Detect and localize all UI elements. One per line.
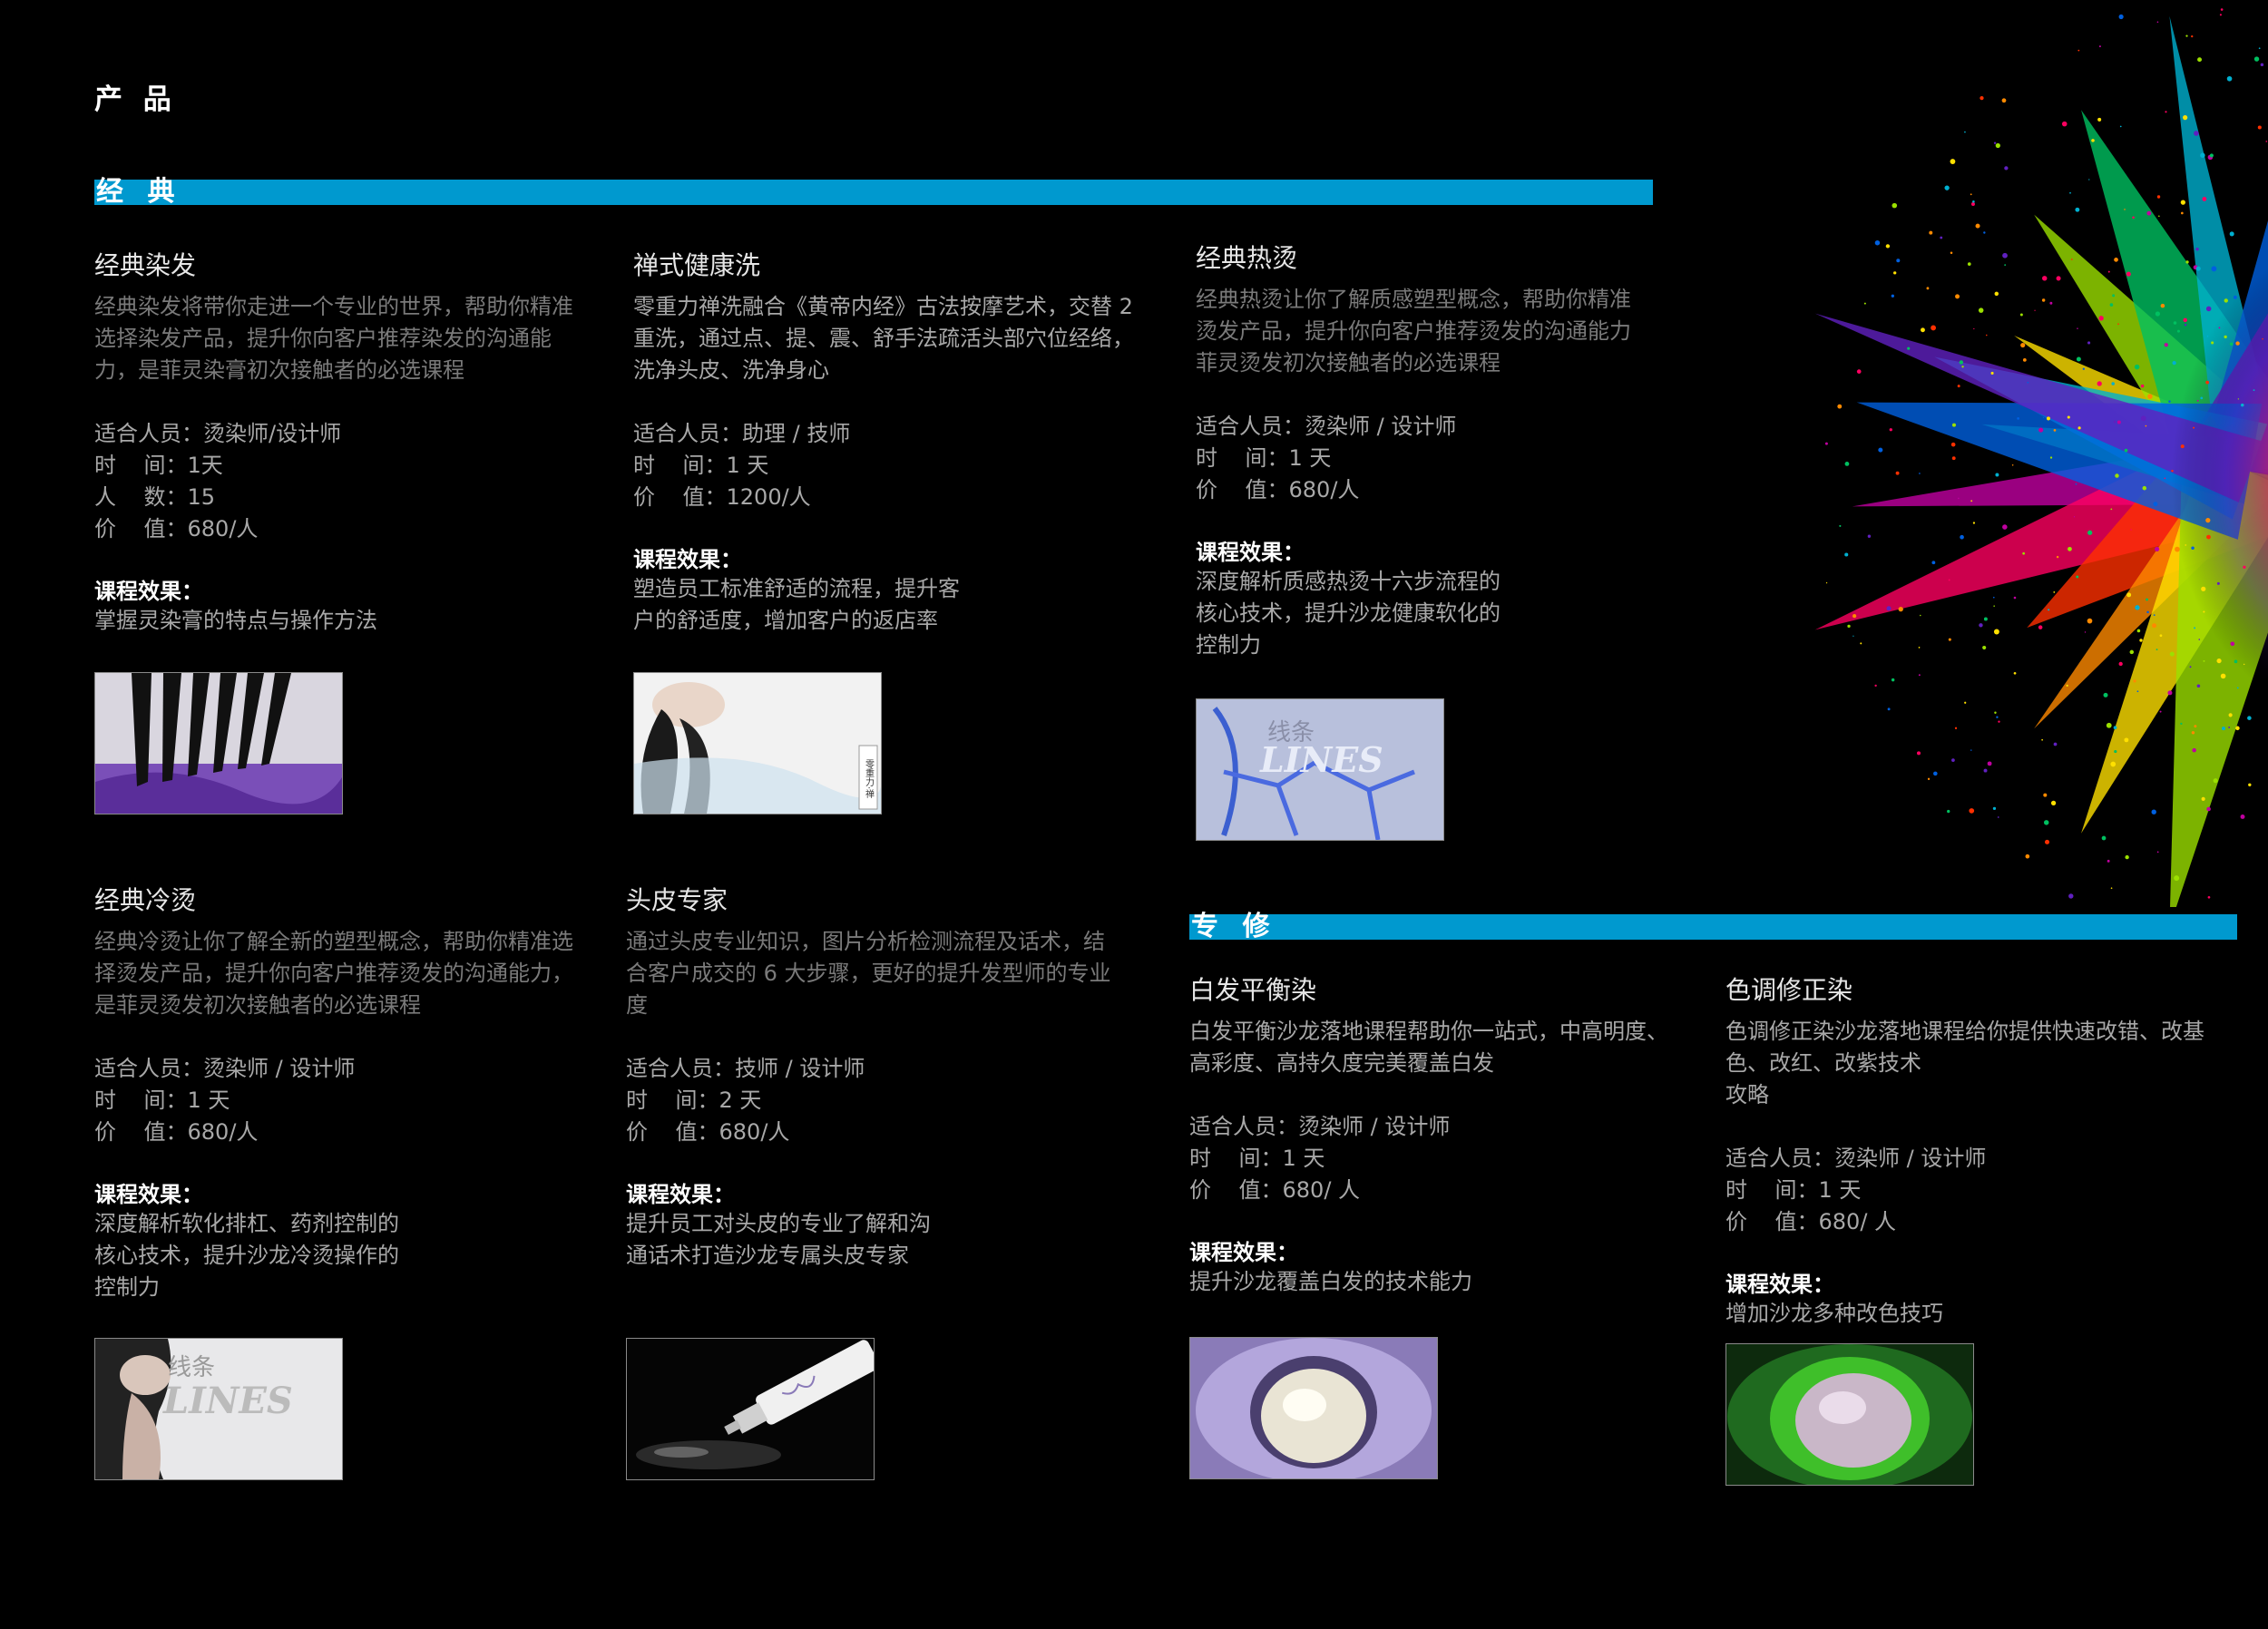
thumb-text-cn: 线条 [168,1354,215,1381]
course-classic-cold-perm: 经典冷烫 经典冷烫让你了解全新的塑型概念，帮助你精准选 择烫发产品，提升你向客户… [94,884,621,1303]
course-effect: 塑造员工标准舒适的流程，提升客 户的舒适度，增加客户的返店率 [633,576,960,633]
course-scalp-expert: 头皮专家 通过头皮专业知识，图片分析检测流程及话术，结 合客户成交的 6 大步骤… [626,884,1152,1272]
course-price: 价 值：680/人 [1196,477,1360,502]
course-price: 价 值：680/ 人 [1725,1209,1897,1234]
course-thumbnail-zen: 零重力·禅 [633,672,882,814]
course-effect-heading: 课程效果： [94,1182,203,1207]
zen-poster-text: 零重力·禅 [864,759,875,799]
course-tone-correction-dye: 色调修正染 色调修正染沙龙落地课程给你提供快速改错、改基 色、改红、改紫技术 攻… [1725,974,2243,1330]
course-description: 经典冷烫让你了解全新的塑型概念，帮助你精准选 择烫发产品，提升你向客户推荐烫发的… [94,929,573,1018]
course-thumbnail-cold-perm: 线条 LINES [94,1338,343,1480]
course-price: 价 值：680/人 [626,1119,790,1145]
course-info: 适合人员：烫染师 / 设计师 时 间：1 天 价 值：680/人 [1196,411,1658,506]
course-info: 适合人员：助理 / 技师 时 间：1 天 价 值：1200/人 [633,418,1159,513]
course-effect-heading: 课程效果： [1725,1272,1834,1297]
course-headcount: 人 数：15 [94,484,216,510]
course-title: 经典冷烫 [94,885,197,915]
course-audience: 适合人员：助理 / 技师 [633,421,851,446]
course-description: 色调修正染沙龙落地课程给你提供快速改错、改基 色、改红、改紫技术 攻略 [1725,1019,2204,1107]
course-price: 价 值：1200/人 [633,484,811,510]
thumb-text-en: LINES [1259,739,1383,780]
section-label-classic: 经 典 [96,176,182,208]
course-description: 零重力禅洗融合《黄帝内经》古法按摩艺术，交替 2 重洗，通过点、提、震、舒手法疏… [633,294,1134,383]
course-thumbnail-scalp [626,1338,875,1480]
course-classic-perm: 经典热烫 经典热烫让你了解质感塑型概念，帮助你精准 烫发产品，提升你向客户推荐烫… [1196,242,1658,661]
course-audience: 适合人员：烫染师 / 设计师 [94,1056,356,1081]
course-audience: 适合人员：烫染师/设计师 [94,421,342,446]
course-title: 白发平衡染 [1189,975,1317,1005]
course-description: 经典染发将带你走进一个专业的世界，帮助你精准 选择染发产品，提升你向客户推荐染发… [94,294,573,383]
course-effect: 掌握灵染膏的特点与操作方法 [94,608,377,633]
thumb-text-en: LINES [162,1380,293,1422]
course-effect: 增加沙龙多种改色技巧 [1725,1301,1943,1326]
course-audience: 适合人员：技师 / 设计师 [626,1056,865,1081]
course-zen-wash: 禅式健康洗 零重力禅洗融合《黄帝内经》古法按摩艺术，交替 2 重洗，通过点、提、… [633,249,1159,637]
course-info: 适合人员：技师 / 设计师 时 间：2 天 价 值：680/人 [626,1053,1152,1148]
course-price: 价 值：680/人 [94,1119,259,1145]
course-audience: 适合人员：烫染师 / 设计师 [1189,1114,1451,1139]
course-effect: 深度解析质感热烫十六步流程的 核心技术，提升沙龙健康软化的 控制力 [1196,569,1501,658]
course-thumbnail-perm: 线条 LINES [1196,698,1444,841]
course-duration: 时 间：1天 [94,453,223,478]
course-price: 价 值：680/ 人 [1189,1177,1361,1203]
course-title: 经典染发 [94,250,197,280]
course-thumbnail-dye [94,672,343,814]
course-audience: 适合人员：烫染师 / 设计师 [1725,1146,1987,1171]
course-effect-heading: 课程效果： [1196,540,1305,565]
course-effect-heading: 课程效果： [626,1182,735,1207]
course-duration: 时 间：1 天 [94,1088,230,1113]
course-title: 头皮专家 [626,885,728,915]
page-title: 产 品 [94,83,177,116]
course-description: 白发平衡沙龙落地课程帮助你一站式，中高明度、 高彩度、高持久度完美覆盖白发 [1189,1019,1668,1076]
section-bar-special: 专 修 [1189,911,2237,942]
course-classic-dye: 经典染发 经典染发将带你走进一个专业的世界，帮助你精准 选择染发产品，提升你向客… [94,249,621,637]
course-info: 适合人员：烫染师 / 设计师 时 间：1 天 价 值：680/ 人 [1189,1111,1716,1206]
course-title: 禅式健康洗 [633,250,761,280]
section-label-special: 专 修 [1191,911,1277,942]
course-duration: 时 间：1 天 [1189,1146,1325,1171]
course-duration: 时 间：1 天 [1725,1177,1862,1203]
course-description: 通过头皮专业知识，图片分析检测流程及话术，结 合客户成交的 6 大步骤，更好的提… [626,929,1111,1018]
course-info: 适合人员：烫染师 / 设计师 时 间：1 天 价 值：680/ 人 [1725,1143,2243,1238]
course-thumbnail-tone [1725,1343,1974,1486]
course-effect: 深度解析软化排杠、药剂控制的 核心技术，提升沙龙冷烫操作的 控制力 [94,1211,399,1300]
course-duration: 时 间：2 天 [626,1088,762,1113]
course-title: 色调修正染 [1725,975,1853,1005]
course-price: 价 值：680/人 [94,516,259,541]
course-info: 适合人员：烫染师/设计师 时 间：1天 人 数：15 价 值：680/人 [94,418,621,545]
course-effect-heading: 课程效果： [633,547,742,572]
course-description: 经典热烫让你了解质感塑型概念，帮助你精准 烫发产品，提升你向客户推荐烫发的沟通能… [1196,287,1631,376]
course-audience: 适合人员：烫染师 / 设计师 [1196,414,1457,439]
course-effect: 提升员工对头皮的专业了解和沟 通话术打造沙龙专属头皮专家 [626,1211,931,1268]
course-thumbnail-grey [1189,1337,1438,1479]
section-bar-classic: 经 典 [94,176,1653,208]
course-effect: 提升沙龙覆盖白发的技术能力 [1189,1269,1472,1294]
rainbow-burst-image [1814,8,2268,907]
course-grey-balance-dye: 白发平衡染 白发平衡沙龙落地课程帮助你一站式，中高明度、 高彩度、高持久度完美覆… [1189,974,1716,1298]
course-duration: 时 间：1 天 [1196,445,1332,471]
course-info: 适合人员：烫染师 / 设计师 时 间：1 天 价 值：680/人 [94,1053,621,1148]
course-duration: 时 间：1 天 [633,453,769,478]
course-effect-heading: 课程效果： [94,579,203,604]
course-effect-heading: 课程效果： [1189,1240,1298,1265]
course-title: 经典热烫 [1196,243,1298,273]
